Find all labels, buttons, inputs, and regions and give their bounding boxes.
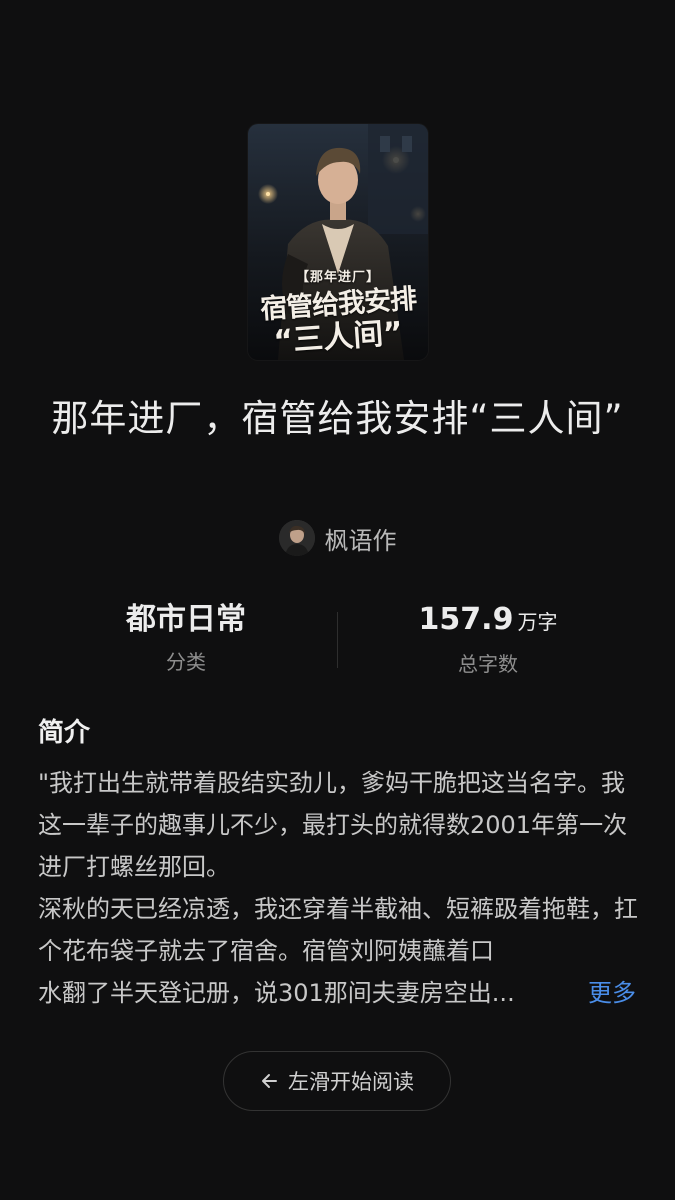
- intro-paragraph-tail: 水翻了半天登记册，说301那间夫妻房空出...: [38, 979, 515, 1007]
- author-name[interactable]: 枫语作: [325, 521, 397, 556]
- intro-heading: 简介: [38, 718, 91, 748]
- intro-text[interactable]: "我打出生就带着股结实劲儿，爹妈干脆把这当名字。我这一辈子的趣事儿不少，最打头的…: [38, 762, 638, 1014]
- intro-paragraph: 深秋的天已经凉透，我还穿着半截袖、短裤趿着拖鞋，扛个花布袋子就去了宿舍。宿管刘阿…: [38, 895, 638, 965]
- intro-last-line: 水翻了半天登记册，说301那间夫妻房空出... 更多: [38, 972, 638, 1014]
- start-reading-button[interactable]: 左滑开始阅读: [223, 1051, 451, 1111]
- word-count-label: 总字数: [458, 652, 518, 676]
- word-count-value-row: 157.9 万字: [400, 600, 576, 642]
- word-count-stat: 157.9 万字 总字数: [400, 600, 576, 677]
- start-reading-label: 左滑开始阅读: [288, 1070, 414, 1094]
- avatar-portrait-icon: [278, 520, 315, 556]
- category-value: 都市日常: [126, 602, 246, 637]
- word-count-unit: 万字: [517, 610, 558, 634]
- book-cover[interactable]: 【那年进厂】 宿管给我安排 “三人间”: [248, 124, 428, 360]
- intro-paragraph: "我打出生就带着股结实劲儿，爹妈干脆把这当名字。我这一辈子的趣事儿不少，最打头的…: [38, 769, 628, 881]
- category-label: 分类: [166, 650, 206, 674]
- more-button[interactable]: 更多: [588, 972, 636, 1014]
- word-count-value: 157.9: [418, 602, 514, 637]
- arrow-left-icon: [262, 1074, 277, 1088]
- author-avatar[interactable]: [278, 520, 315, 556]
- book-title: 那年进厂，宿管给我安排“三人间”: [51, 397, 624, 440]
- category-stat: 都市日常 分类: [108, 600, 264, 675]
- author-row[interactable]: 枫语作: [0, 519, 675, 557]
- stats-divider: [337, 612, 338, 668]
